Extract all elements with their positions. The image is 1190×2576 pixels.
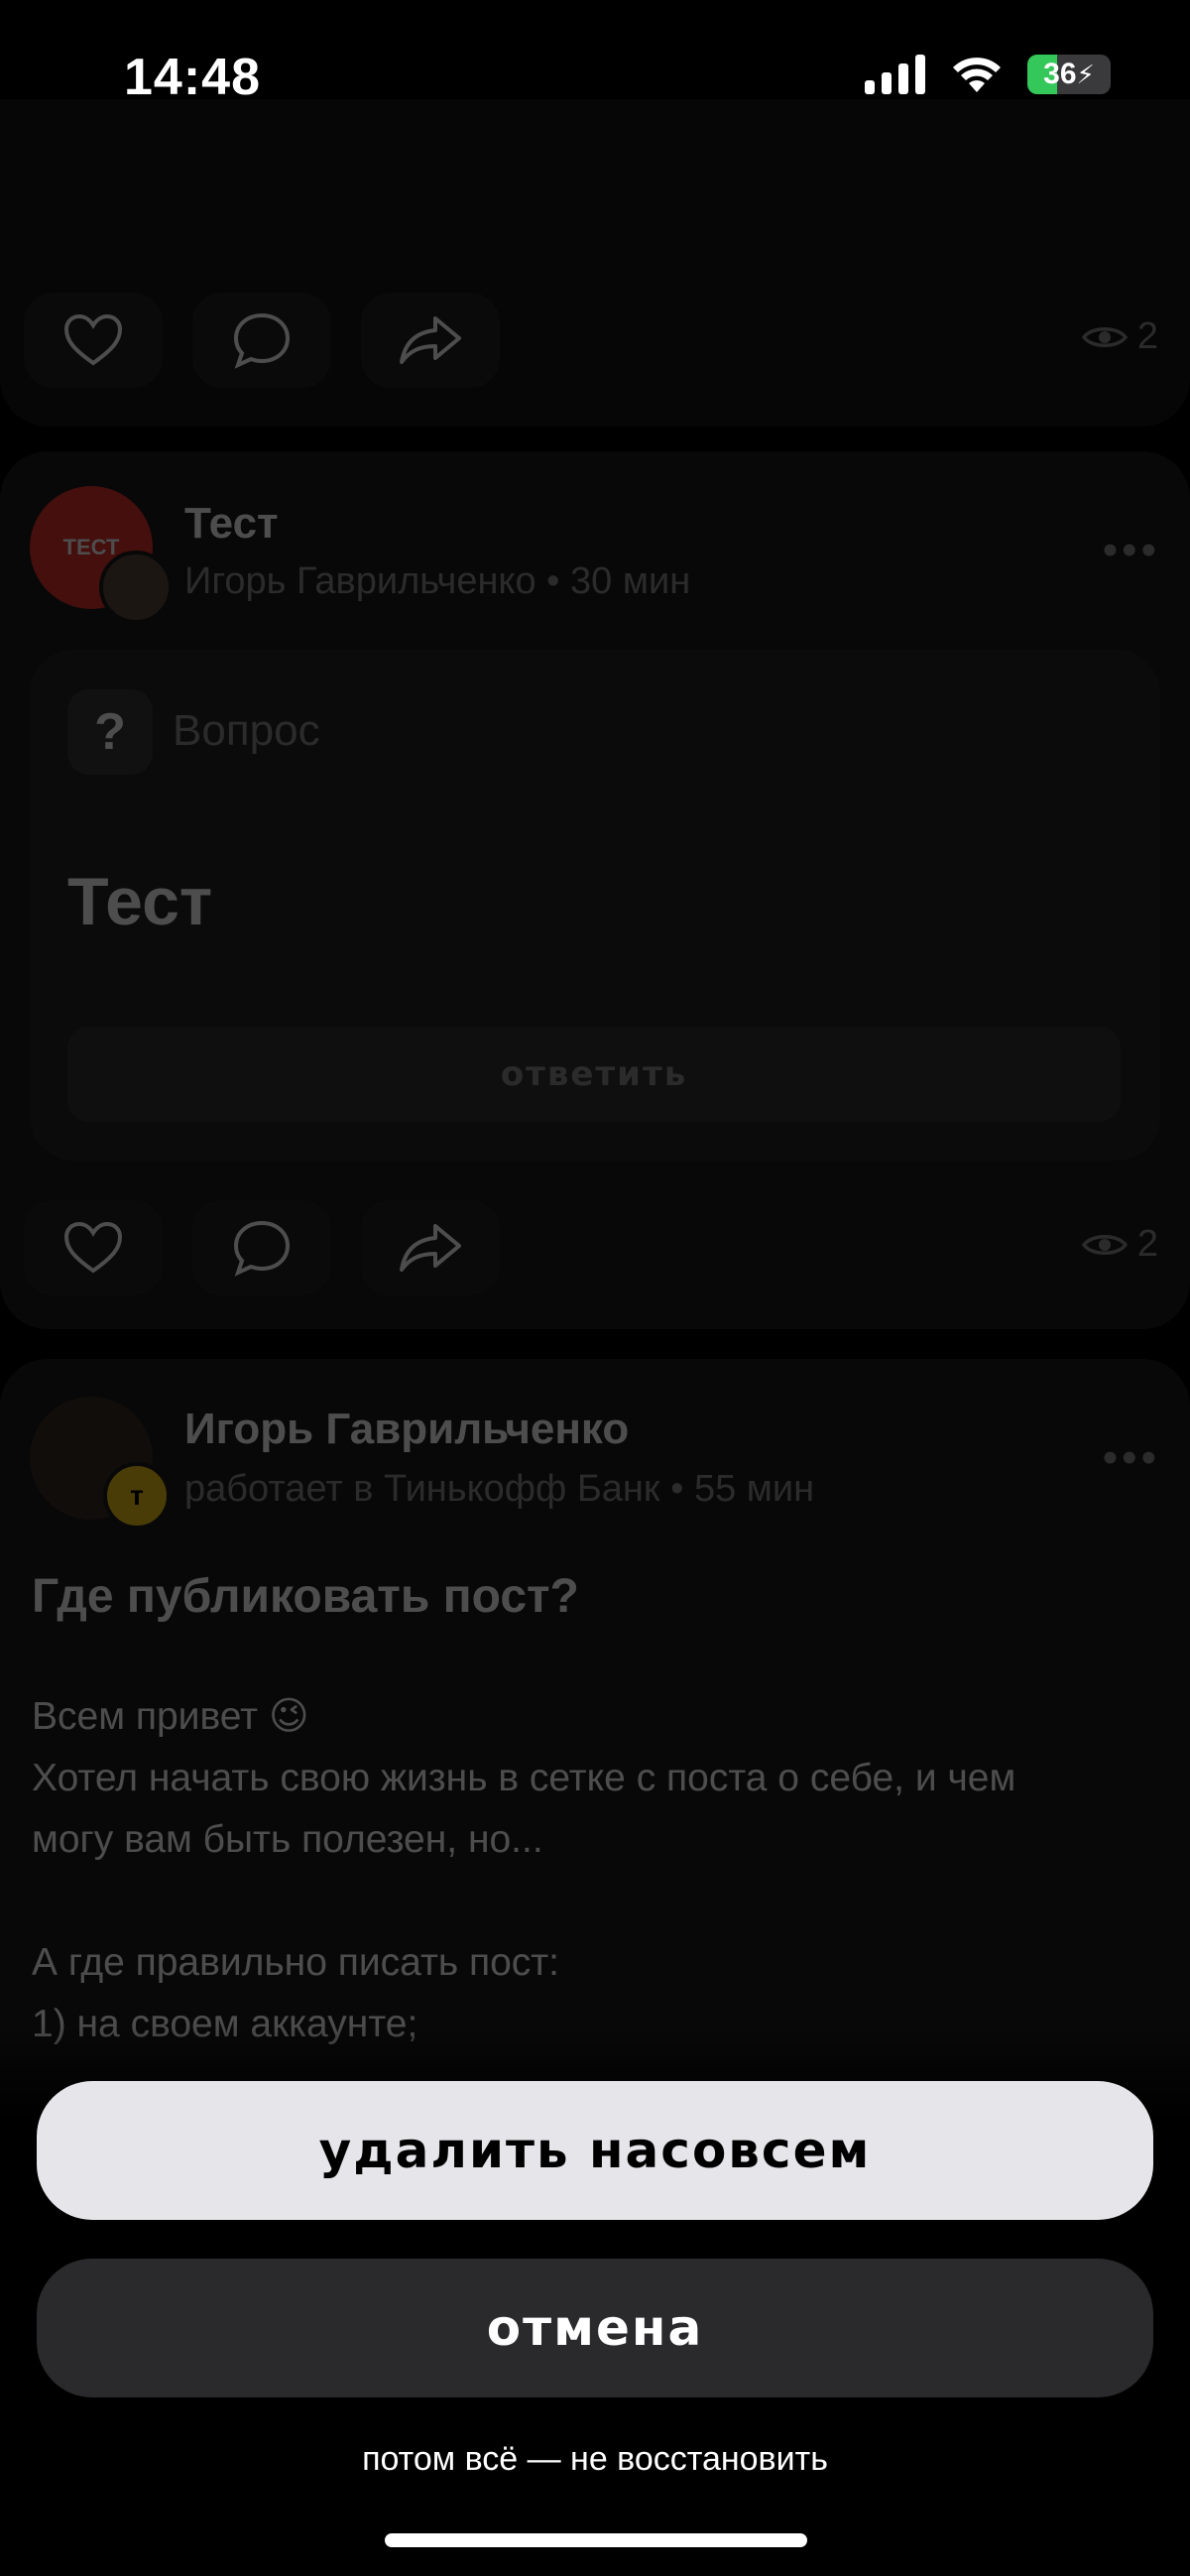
share-icon bbox=[400, 1224, 461, 1272]
home-indicator[interactable] bbox=[385, 2533, 807, 2547]
body-line: Хотел начать свою жизнь в сетке с поста … bbox=[32, 1757, 1016, 1799]
poll-card: ? Вопрос Тест ответить bbox=[30, 650, 1160, 1161]
view-count: 2 bbox=[1136, 315, 1158, 357]
answer-button[interactable]: ответить bbox=[67, 1027, 1121, 1122]
question-icon: ? bbox=[67, 689, 153, 775]
view-counter: 2 bbox=[1081, 1223, 1158, 1266]
company-badge-text: т bbox=[130, 1480, 144, 1511]
comment-button[interactable] bbox=[192, 293, 331, 388]
body-line: Всем привет 😉 bbox=[32, 1695, 309, 1738]
post-author: Игорь Гаврильченко bbox=[184, 1405, 630, 1453]
post-meta: работает в Тинькофф Банк • 55 мин bbox=[184, 1468, 815, 1510]
comment-icon bbox=[233, 1220, 291, 1277]
view-counter: 2 bbox=[1081, 315, 1158, 358]
post-more-icon[interactable]: ••• bbox=[1103, 526, 1160, 575]
poll-label: Вопрос bbox=[173, 706, 320, 755]
avatar-text: ТЕСТ bbox=[62, 535, 120, 559]
post-title: Где публиковать пост? bbox=[32, 1570, 579, 1623]
comment-icon bbox=[233, 312, 291, 369]
post-card: ТЕСТ Тест Игорь Гаврильченко • 30 мин ••… bbox=[0, 451, 1190, 1329]
cancel-button[interactable]: отмена bbox=[37, 2259, 1153, 2397]
like-button[interactable] bbox=[24, 293, 163, 388]
heart-icon bbox=[63, 1221, 123, 1274]
body-line: могу вам быть полезен, но... bbox=[32, 1818, 543, 1861]
post-card: 2 bbox=[0, 99, 1190, 427]
poll-question: Тест bbox=[67, 864, 213, 939]
eye-icon bbox=[1081, 1234, 1128, 1255]
share-button[interactable] bbox=[361, 293, 500, 388]
post-title: Тест bbox=[184, 499, 279, 548]
cancel-label: отмена bbox=[486, 2299, 704, 2357]
post-meta: Игорь Гаврильченко • 30 мин bbox=[184, 560, 691, 602]
body-line: А где правильно писать пост: bbox=[32, 1941, 560, 1984]
company-badge: т bbox=[103, 1462, 171, 1530]
body-line bbox=[32, 1871, 1162, 1932]
share-icon bbox=[400, 316, 461, 364]
delete-permanently-button[interactable]: удалить насовсем bbox=[37, 2081, 1153, 2220]
heart-icon bbox=[63, 313, 123, 366]
author-avatar[interactable] bbox=[99, 551, 173, 624]
post-actions bbox=[24, 1200, 500, 1295]
share-button[interactable] bbox=[361, 1200, 500, 1295]
like-button[interactable] bbox=[24, 1200, 163, 1295]
view-count: 2 bbox=[1136, 1223, 1158, 1265]
delete-permanently-label: удалить насовсем bbox=[318, 2122, 872, 2179]
warning-note: потом всё — не восстановить bbox=[362, 2440, 828, 2478]
post-actions bbox=[24, 293, 500, 388]
post-body: Всем привет 😉 Хотел начать свою жизнь в … bbox=[32, 1686, 1162, 2055]
comment-button[interactable] bbox=[192, 1200, 331, 1295]
answer-button-label: ответить bbox=[500, 1054, 688, 1094]
eye-icon bbox=[1081, 326, 1128, 347]
post-more-icon[interactable]: ••• bbox=[1103, 1433, 1160, 1483]
